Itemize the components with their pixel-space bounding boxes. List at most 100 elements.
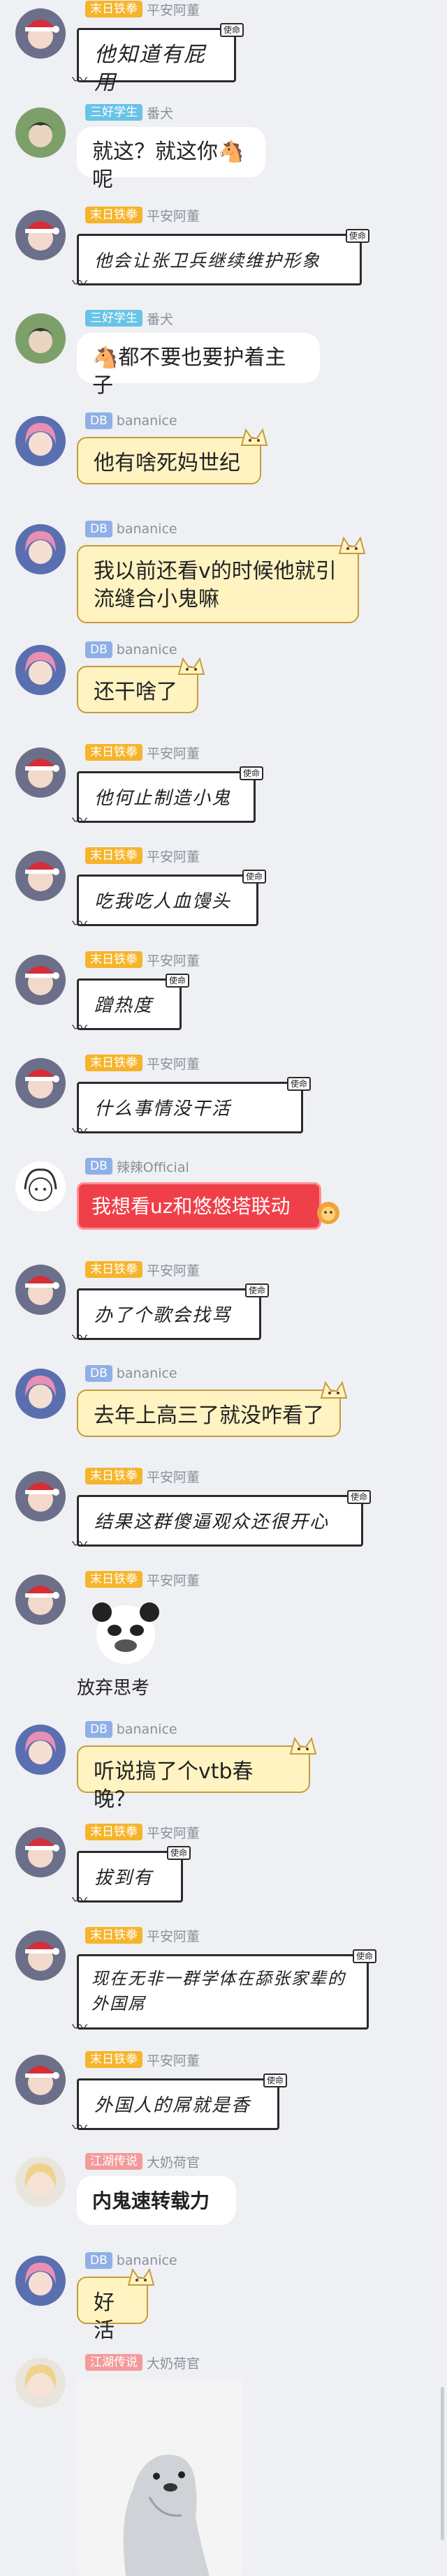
avatar-pink-hair[interactable]: [15, 2256, 66, 2306]
message-bubble[interactable]: 他有啥死妈世纪: [77, 428, 268, 484]
seal-meme-image[interactable]: [77, 2378, 243, 2576]
scrollbar[interactable]: [441, 2387, 444, 2540]
avatar-anime-boy[interactable]: [15, 107, 66, 158]
avatar-sketch-girl[interactable]: [15, 1161, 66, 1212]
nickname[interactable]: 平安阿董: [147, 951, 200, 969]
avatar-santa-girl[interactable]: [15, 1058, 66, 1108]
nickname[interactable]: 番犬: [147, 103, 173, 122]
avatar-santa-girl[interactable]: [15, 1827, 66, 1877]
avatar-santa-girl[interactable]: [15, 1265, 66, 1315]
avatar-pink-hair[interactable]: [15, 1369, 66, 1419]
avatar-anime-boy[interactable]: [15, 313, 66, 364]
avatar-pink-hair[interactable]: [15, 1725, 66, 1775]
message-bubble[interactable]: 吃我吃人血馒头 使命 〰: [72, 870, 266, 932]
avatar-blonde-girl[interactable]: [15, 2157, 66, 2207]
message-bubble[interactable]: 我想看uz和悠悠塔联动: [77, 1182, 321, 1230]
nickname[interactable]: bananice: [117, 1722, 177, 1737]
bubble-tag: 使命: [165, 974, 189, 988]
lion-sticker-icon: [317, 1202, 339, 1224]
bubble-tag: 使命: [244, 1283, 269, 1297]
nickname[interactable]: bananice: [117, 642, 177, 657]
nickname[interactable]: 平安阿董: [147, 743, 200, 762]
nickname[interactable]: bananice: [117, 2253, 177, 2268]
message-text: 还干啥了: [94, 680, 177, 704]
message-text: 内鬼速转载力: [92, 2189, 210, 2212]
title-badge: 末日铁拳: [85, 1261, 142, 1278]
avatar-santa-girl[interactable]: [15, 1930, 66, 1981]
cat-ears-icon: [240, 428, 268, 446]
message-meta: 末日铁拳 平安阿董: [85, 951, 200, 969]
title-badge: 末日铁拳: [85, 1824, 142, 1840]
message-bubble[interactable]: 好活: [77, 2268, 155, 2343]
nickname[interactable]: 平安阿董: [147, 1823, 200, 1842]
bubble-tag: 使命: [346, 1490, 371, 1504]
avatar-santa-girl[interactable]: [15, 747, 66, 798]
nickname[interactable]: 平安阿董: [147, 1054, 200, 1073]
nickname[interactable]: 辣辣Official: [117, 1157, 189, 1176]
message-bubble[interactable]: 就这？就这你🐴呢: [77, 127, 265, 192]
message-bubble[interactable]: 办了个歌会找骂 使命 〰: [72, 1283, 269, 1346]
message-bubble[interactable]: 我以前还看v的时候他就引流缝合小鬼嘛: [77, 536, 366, 623]
message-text: 听说搞了个vtb春晚？: [94, 1759, 254, 1812]
message-bubble[interactable]: 还干啥了: [77, 657, 205, 713]
avatar-blonde-girl[interactable]: [15, 2358, 66, 2408]
nickname[interactable]: 大奶荷官: [147, 2353, 200, 2372]
message-text: 办了个歌会找骂: [94, 1305, 232, 1326]
message-bubble[interactable]: 现在无非一群学体在舔张家辈的外国屌 使命 〰: [72, 1949, 376, 2036]
nickname[interactable]: 大奶荷官: [147, 2152, 200, 2171]
wave-decoration-icon: 〰: [72, 2120, 89, 2137]
nickname[interactable]: bananice: [117, 521, 177, 537]
message-text: 外国人的屌就是香: [94, 2095, 251, 2116]
panda-meme-sticker[interactable]: [77, 1595, 175, 1674]
message-bubble[interactable]: 什么事情没干活 使命 〰: [72, 1077, 311, 1140]
avatar-pink-hair[interactable]: [15, 524, 66, 574]
message-bubble[interactable]: 听说搞了个vtb春晚？: [77, 1736, 317, 1812]
avatar-santa-girl[interactable]: [15, 851, 66, 901]
wave-decoration-icon: 〰: [72, 1123, 89, 1140]
nickname[interactable]: 平安阿董: [147, 1926, 200, 1945]
message-bubble[interactable]: 🐴都不要也要护着主子: [77, 333, 320, 398]
message-bubble[interactable]: 蹭热度 使命 〰: [72, 974, 189, 1036]
message-text: 蹭热度: [94, 995, 154, 1016]
nickname[interactable]: bananice: [117, 413, 177, 429]
nickname[interactable]: 平安阿董: [147, 2050, 200, 2069]
nickname[interactable]: 番犬: [147, 309, 173, 328]
message-text: 🐴都不要也要护着主子: [92, 345, 286, 398]
message-bubble[interactable]: 内鬼速转载力: [77, 2176, 236, 2225]
avatar-santa-girl[interactable]: [15, 955, 66, 1005]
title-badge: 末日铁拳: [85, 1927, 142, 1944]
nickname[interactable]: 平安阿董: [147, 1570, 200, 1589]
nickname[interactable]: 平安阿董: [147, 206, 200, 225]
message-bubble[interactable]: 他会让张卫兵继续维护形象 使命 〰: [72, 229, 369, 292]
message-meta: DB bananice: [85, 641, 177, 659]
nickname[interactable]: bananice: [117, 1366, 177, 1381]
avatar-santa-girl[interactable]: [15, 2055, 66, 2105]
avatar-pink-hair[interactable]: [15, 416, 66, 466]
bubble-tag: 使命: [263, 2074, 287, 2087]
nickname[interactable]: 平安阿董: [147, 847, 200, 865]
message-meta: 江湖传说 大奶荷官: [85, 2152, 200, 2171]
message-bubble[interactable]: 去年上高三了就没咋看了: [77, 1380, 348, 1437]
message-bubble[interactable]: 结果这群傻逼观众还很开心 使命 〰: [72, 1490, 371, 1553]
avatar-santa-girl[interactable]: [15, 210, 66, 260]
message-meta: 末日铁拳 平安阿董: [85, 1260, 200, 1279]
message-bubble[interactable]: 拔到有 使命 〰: [72, 1846, 191, 1909]
cat-ears-icon: [177, 657, 205, 675]
message-bubble[interactable]: 他何止制造小鬼 使命 〰: [72, 766, 263, 829]
message-meta: 末日铁拳 平安阿董: [85, 1926, 200, 1944]
nickname[interactable]: 平安阿董: [147, 0, 200, 19]
avatar-santa-girl[interactable]: [15, 8, 66, 59]
bubble-tag: 使命: [242, 870, 266, 884]
message-text: 他有啥死妈世纪: [94, 451, 240, 475]
nickname[interactable]: 平安阿董: [147, 1467, 200, 1486]
title-badge: 江湖传说: [85, 2153, 142, 2170]
avatar-pink-hair[interactable]: [15, 645, 66, 695]
avatar-santa-girl[interactable]: [15, 1574, 66, 1625]
message-meta: DB bananice: [85, 520, 177, 538]
message-bubble[interactable]: 他知道有屁用 使命 〰: [72, 23, 244, 95]
message-bubble[interactable]: 外国人的屌就是香 使命 〰: [72, 2074, 287, 2136]
cat-ears-icon: [338, 536, 366, 554]
wave-decoration-icon: 〰: [72, 72, 89, 89]
avatar-santa-girl[interactable]: [15, 1471, 66, 1521]
nickname[interactable]: 平安阿董: [147, 1260, 200, 1279]
